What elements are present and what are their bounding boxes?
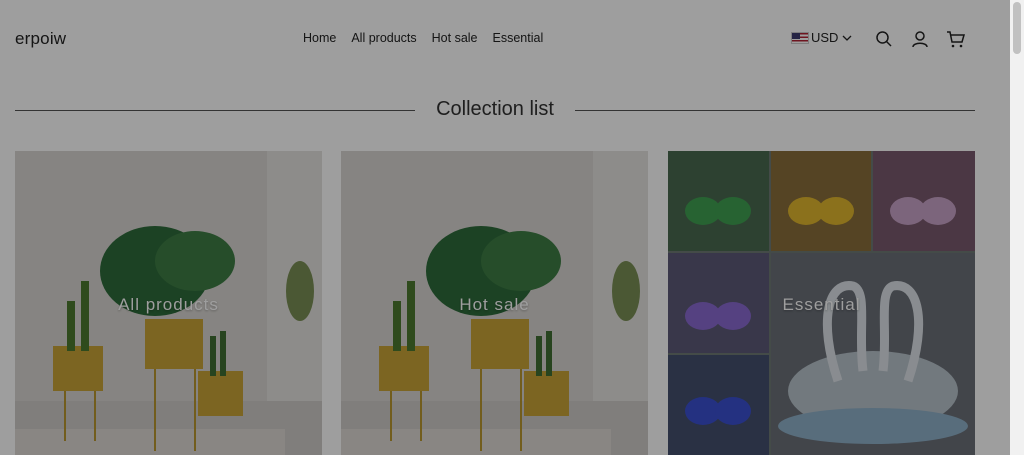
collection-label: Essential xyxy=(782,295,861,314)
currency-selector[interactable]: USD xyxy=(791,30,852,45)
nav-home[interactable]: Home xyxy=(303,31,336,45)
collection-label: All products xyxy=(118,295,219,314)
search-icon[interactable] xyxy=(874,29,894,49)
store-logo[interactable]: erpoiw xyxy=(15,29,66,49)
scrollbar-thumb[interactable] xyxy=(1013,2,1021,54)
us-flag-icon xyxy=(791,31,809,44)
nav-essential[interactable]: Essential xyxy=(493,31,544,45)
heading-divider-right xyxy=(575,110,975,111)
cart-icon[interactable] xyxy=(946,29,966,49)
collection-label: Hot sale xyxy=(459,295,530,314)
chevron-down-icon xyxy=(842,35,852,41)
collection-list-heading: Collection list xyxy=(15,96,975,124)
site-header: erpoiw Home All products Hot sale Essent… xyxy=(0,0,1010,80)
account-icon[interactable] xyxy=(910,29,930,49)
collection-card-essential[interactable]: Essential xyxy=(668,151,975,455)
currency-label: USD xyxy=(811,30,839,45)
main-nav: Home All products Hot sale Essential xyxy=(303,31,558,45)
page-scrollbar[interactable] xyxy=(1010,0,1024,455)
collection-grid: All products Hot sale Essential xyxy=(15,151,975,455)
nav-hot-sale[interactable]: Hot sale xyxy=(432,31,478,45)
collection-card-all-products[interactable]: All products xyxy=(15,151,322,455)
collection-card-hot-sale[interactable]: Hot sale xyxy=(341,151,648,455)
nav-all-products[interactable]: All products xyxy=(351,31,416,45)
